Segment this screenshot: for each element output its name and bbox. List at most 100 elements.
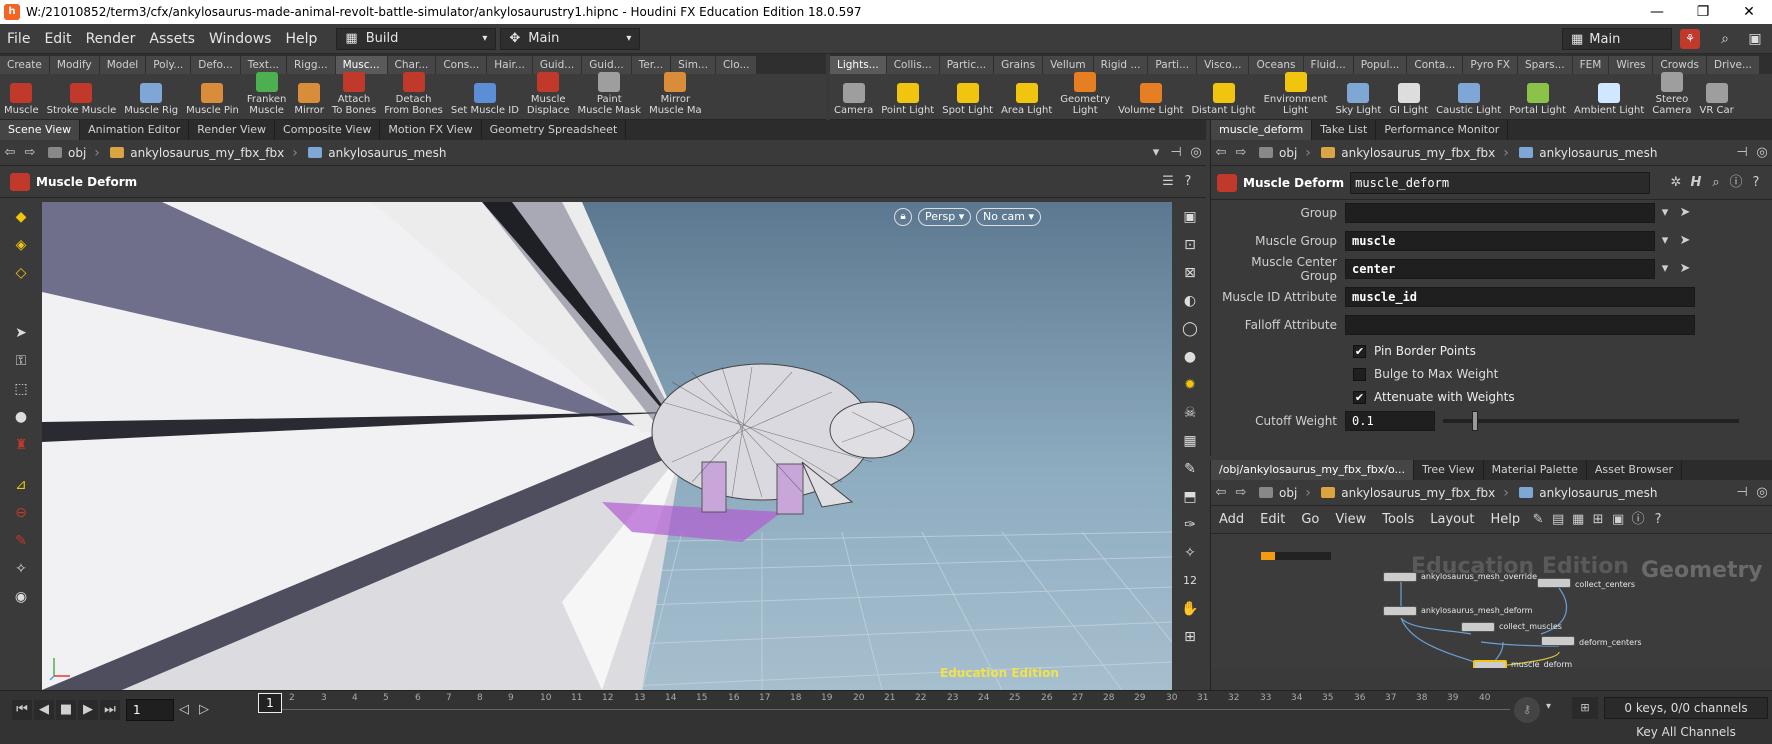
shelf-paint-muscle-mask-tool[interactable]: Paint Muscle Mask <box>574 72 646 119</box>
shelf-tab-model[interactable]: Model <box>99 56 146 74</box>
tab-take-list[interactable]: Take List <box>1312 120 1377 140</box>
shelf-ambient-light-tool[interactable]: Ambient Light <box>1570 83 1648 119</box>
pin-icon[interactable]: ⊣ <box>1732 483 1752 503</box>
path-crumb-obj[interactable]: obj <box>1251 143 1305 163</box>
display-options-icon[interactable]: ▣ <box>1177 204 1203 230</box>
menu-help[interactable]: Help <box>278 31 324 47</box>
node-collect-muscles[interactable] <box>1461 622 1495 632</box>
jump-end-icon[interactable]: ⏭ <box>100 700 120 720</box>
shelf-mirror-tool[interactable]: Mirror <box>290 83 327 119</box>
shelf-tab-defo[interactable]: Defo... <box>191 56 240 74</box>
path-crumb-obj[interactable]: obj <box>40 143 94 163</box>
shelf-tab-drive[interactable]: Drive... <box>1707 56 1760 74</box>
cutoff-weight-slider[interactable] <box>1443 411 1739 431</box>
shelf-tab-clo[interactable]: Clo... <box>715 56 757 74</box>
shelf-geometry-light-tool[interactable]: Geometry Light <box>1056 72 1114 119</box>
visibility-icon[interactable]: ◉ <box>8 584 34 610</box>
shelf-spot-light-tool[interactable]: Spot Light <box>938 83 997 119</box>
shelf-tab-poly[interactable]: Poly... <box>146 56 191 74</box>
skull-icon[interactable]: ☠ <box>1177 400 1203 426</box>
cutoff-weight-input[interactable]: 0.1 <box>1345 411 1435 431</box>
network-menu-edit[interactable]: Edit <box>1252 512 1293 527</box>
pointer-icon[interactable]: ➤ <box>8 320 34 346</box>
checkbox-empty[interactable] <box>1353 367 1366 381</box>
pin-border-points-toggle[interactable]: ✔ Pin Border Points <box>1353 340 1476 362</box>
tab-scene-view[interactable]: Scene View <box>0 120 81 140</box>
shelf-set-muscle-id-tool[interactable]: Set Muscle ID <box>447 83 523 119</box>
node-deform-centers[interactable] <box>1541 636 1575 646</box>
tab-material-palette[interactable]: Material Palette <box>1484 460 1587 480</box>
shelf-tab-wires[interactable]: Wires <box>1609 56 1653 74</box>
selection-mode-icon[interactable]: ⊠ <box>1177 260 1203 286</box>
path-crumb-obj[interactable]: obj <box>1251 483 1305 503</box>
shelf-muscle-rig-tool[interactable]: Muscle Rig <box>120 83 182 119</box>
network-select[interactable]: ✥ Main ▾ <box>500 27 641 50</box>
step-forward-icon[interactable]: ▷ <box>194 700 214 720</box>
shelf-volume-light-tool[interactable]: Volume Light <box>1114 83 1187 119</box>
shelf-tab-partic[interactable]: Partic... <box>939 56 994 74</box>
viewer-options-icon[interactable]: ☰ <box>1158 172 1178 192</box>
menu-windows[interactable]: Windows <box>202 31 279 47</box>
select-arrow-icon[interactable]: ◆ <box>8 204 34 230</box>
play-icon[interactable]: ▶ <box>78 700 98 720</box>
select-arrow-icon[interactable]: ➤ <box>1675 231 1695 251</box>
maximize-button[interactable]: ❐ <box>1680 0 1726 24</box>
scale-tool-icon[interactable]: ◇ <box>8 260 34 286</box>
shelf-area-light-tool[interactable]: Area Light <box>997 83 1056 119</box>
path-dropdown-icon[interactable]: ▾ <box>1146 143 1166 163</box>
menu-file[interactable]: File <box>0 31 37 47</box>
shelf-point-light-tool[interactable]: Point Light <box>877 83 938 119</box>
viewport-3d[interactable]: 🔒︎ Persp ▾ No cam ▾ Education Edition <box>42 202 1172 690</box>
path-crumb-mesh[interactable]: ankylosaurus_mesh <box>300 143 454 163</box>
shelf-stereo-camera-tool[interactable]: Stereo Camera <box>1648 72 1695 119</box>
network-menu-tools[interactable]: Tools <box>1374 512 1422 527</box>
brush-icon[interactable]: ● <box>8 404 34 430</box>
search-icon[interactable]: ⌕ <box>1706 173 1726 193</box>
back-arrow-icon[interactable]: ⇦ <box>1211 143 1231 163</box>
muscle-group-input[interactable]: muscle <box>1345 231 1655 251</box>
education-icon[interactable]: ⚘ <box>1680 29 1700 49</box>
guide-icon[interactable]: ✑ <box>1177 512 1203 538</box>
network-menu-layout[interactable]: Layout <box>1422 512 1482 527</box>
shelf-detach-from-bones-tool[interactable]: Detach From Bones <box>380 72 447 119</box>
snap-point-icon[interactable]: ✧ <box>1177 540 1203 566</box>
right-desktop-select[interactable]: ▦ Main <box>1562 28 1672 50</box>
checkmark-icon[interactable]: ✔ <box>1353 390 1366 404</box>
shelf-camera-tool[interactable]: Camera <box>830 83 877 119</box>
link-icon[interactable]: ◎ <box>1752 143 1772 163</box>
chevron-down-icon[interactable]: ▾ <box>1655 259 1675 279</box>
shelf-tab-fem[interactable]: FEM <box>1572 56 1609 74</box>
select-arrow-icon[interactable]: ➤ <box>1675 259 1695 279</box>
ghost-icon[interactable]: ⊡ <box>1177 232 1203 258</box>
chevron-down-icon[interactable]: ▾ <box>1655 231 1675 251</box>
slider-handle[interactable] <box>1472 411 1478 431</box>
network-menu-view[interactable]: View <box>1327 512 1374 527</box>
persp-menu-button[interactable]: Persp ▾ <box>918 208 972 226</box>
tab-performance-monitor[interactable]: Performance Monitor <box>1376 120 1509 140</box>
attenuate-with-weights-toggle[interactable]: ✔ Attenuate with Weights <box>1353 386 1515 408</box>
shelf-tab-popul[interactable]: Popul... <box>1353 56 1407 74</box>
tab-animation-editor[interactable]: Animation Editor <box>80 120 190 140</box>
shelf-mirror-muscle-ma-tool[interactable]: Mirror Muscle Ma <box>645 72 706 119</box>
shelf-settings-icon[interactable]: ▣ <box>1745 29 1765 49</box>
handle-icon[interactable]: ⬚ <box>8 376 34 402</box>
hand-icon[interactable]: ✋ <box>1177 596 1203 622</box>
pose-icon[interactable]: ♜ <box>8 432 34 458</box>
bulge-to-max-weight-toggle[interactable]: Bulge to Max Weight <box>1353 363 1498 385</box>
shelf-tab-conta[interactable]: Conta... <box>1407 56 1463 74</box>
keyframe-options-icon[interactable]: ⊞ <box>1572 697 1598 719</box>
menu-render[interactable]: Render <box>79 31 143 47</box>
shelf-muscle-tool[interactable]: Muscle <box>0 83 43 119</box>
snap-icon[interactable]: ⊿ <box>8 472 34 498</box>
shelf-tab-collis[interactable]: Collis... <box>886 56 939 74</box>
grid-icon[interactable]: ⊞ <box>1588 510 1608 530</box>
template-icon[interactable]: ⬒ <box>1177 484 1203 510</box>
menu-edit[interactable]: Edit <box>37 31 78 47</box>
current-frame-input[interactable]: 1 <box>126 699 174 721</box>
table-icon[interactable]: ▤ <box>1548 510 1568 530</box>
gear-icon[interactable]: ✲ <box>1666 173 1686 193</box>
lighting-icon[interactable]: ● <box>1177 344 1203 370</box>
hda-icon[interactable]: H <box>1686 173 1706 193</box>
shelf-tab-parti[interactable]: Parti... <box>1148 56 1197 74</box>
timeline-ruler[interactable]: 2 3 4 5 6 7 8 9 10 11 12 13 14 15 16 17 18 19 20 21 22 23 24 25… <box>258 691 1510 723</box>
